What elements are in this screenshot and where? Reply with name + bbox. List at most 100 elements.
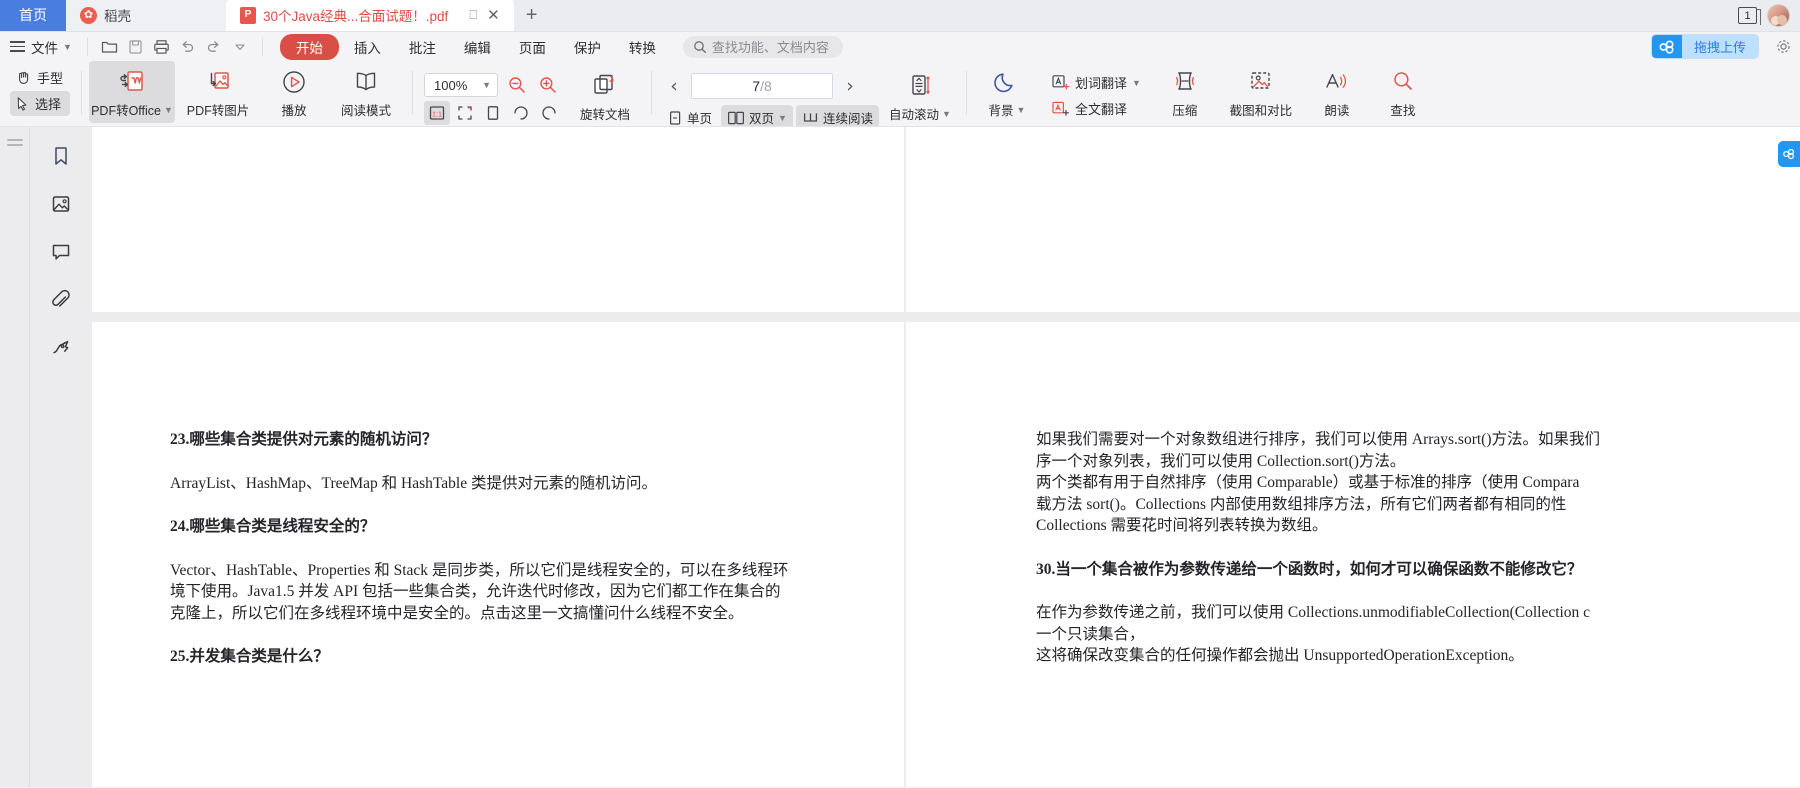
- tab-document[interactable]: P 30个Java经典...合面试题！.pdf ⎕ ✕: [226, 0, 514, 31]
- tab-protect-label: 保护: [573, 40, 601, 56]
- continuous-read-button[interactable]: 连续阅读: [795, 105, 879, 126]
- fit-width-icon: [487, 106, 499, 120]
- fit-width-button[interactable]: [480, 101, 506, 125]
- find-button[interactable]: 查找: [1370, 61, 1436, 123]
- doc-heading-30: 30.当一个集合被作为参数传递给一个函数时，如何才可以确保函数不能修改它？: [1036, 560, 1583, 578]
- actual-size-button[interactable]: 1:1: [424, 101, 451, 125]
- page-number-input[interactable]: 7/8: [691, 73, 834, 99]
- close-icon[interactable]: ✕: [487, 6, 500, 24]
- word-translate-button[interactable]: 划词翻译 ▼: [1046, 70, 1148, 95]
- search-placeholder: 查找功能、文档内容: [711, 40, 829, 55]
- rotate-document-label: 旋转文档: [580, 108, 631, 122]
- double-page-button[interactable]: 双页 ▼: [721, 105, 793, 126]
- doc-para-30-line-2: 一个只读集合，: [1036, 625, 1145, 643]
- rotate-left-button[interactable]: [508, 101, 534, 125]
- panel-grip-icon: [6, 139, 23, 141]
- cloud-drive-side-icon[interactable]: [1778, 141, 1800, 167]
- tab-edit-label: 编辑: [463, 40, 491, 56]
- tab-annotate[interactable]: 批注: [396, 34, 449, 60]
- select-tool-button[interactable]: 选择: [10, 91, 71, 116]
- auto-scroll-button[interactable]: 自动滚动 ▼: [881, 61, 959, 123]
- sidebar-item-signature[interactable]: [48, 335, 74, 361]
- fit-mode-group: 1:1: [420, 97, 566, 125]
- open-folder-icon[interactable]: [97, 36, 123, 58]
- document-viewport[interactable]: 23.哪些集合类提供对元素的随机访问？ ArrayList、HashMap、Tr…: [92, 127, 1800, 787]
- zoom-in-button[interactable]: [536, 73, 560, 97]
- search-input[interactable]: 查找功能、文档内容: [682, 35, 843, 58]
- tab-start[interactable]: 开始: [279, 33, 339, 60]
- tab-insert[interactable]: 插入: [341, 34, 394, 60]
- file-menu-button[interactable]: 文件 ▼: [31, 37, 78, 57]
- doc-para-29b-line-1: 两个类都有用于自然排序（使用 Comparable）或基于标准的排序（使用 Co…: [1036, 474, 1580, 491]
- hand-tool-button[interactable]: 手型: [10, 65, 70, 90]
- page-8: 如果我们需要对一个对象数组进行排序，我们可以使用 Arrays.sort()方法…: [906, 322, 1800, 787]
- cloud-upload-button[interactable]: 拖拽上传: [1651, 35, 1758, 58]
- pdf-to-image-button[interactable]: PDF转图片: [175, 61, 261, 123]
- rotate-right-button[interactable]: [536, 101, 562, 125]
- doc-para-30: 在作为参数传递之前，我们可以使用 Collections.unmodifiabl…: [1036, 605, 1800, 664]
- tab-home[interactable]: 首页: [0, 0, 66, 31]
- read-aloud-button[interactable]: 朗读: [1304, 61, 1370, 123]
- pdf-to-word-icon: [117, 67, 147, 97]
- undo-icon[interactable]: [175, 36, 201, 58]
- doc-para-23: ArrayList、HashMap、TreeMap 和 HashTable 类提…: [170, 474, 657, 492]
- signature-icon: [53, 340, 69, 354]
- tab-bar: 首页 ✿ 稻壳 P 30个Java经典...合面试题！.pdf ⎕ ✕ + 1: [0, 0, 1800, 32]
- zoom-out-button[interactable]: [505, 73, 529, 97]
- pdf-to-office-button[interactable]: PDF转Office ▼: [89, 61, 176, 123]
- rotate-document-button[interactable]: 旋转文档: [566, 61, 644, 123]
- tab-docer[interactable]: ✿ 稻壳: [66, 0, 226, 31]
- fit-page-button[interactable]: [452, 101, 478, 125]
- page-8-content: 如果我们需要对一个对象数组进行排序，我们可以使用 Arrays.sort()方法…: [906, 322, 1800, 664]
- doc-heading-24: 24.哪些集合类是线程安全的？: [170, 518, 376, 535]
- zoom-level-select[interactable]: 100% ▼: [424, 73, 499, 97]
- compress-button[interactable]: 压缩: [1152, 61, 1218, 123]
- tab-convert[interactable]: 转换: [616, 34, 669, 60]
- print-icon[interactable]: [149, 36, 175, 58]
- doc-para-24-line-1: Vector、HashTable、Properties 和 Stack 是同步类…: [170, 561, 789, 579]
- new-tab-button[interactable]: +: [514, 5, 550, 27]
- window-count-badge[interactable]: 1: [1738, 7, 1761, 25]
- chevron-right-icon[interactable]: ›: [837, 73, 863, 99]
- gear-icon[interactable]: [1775, 38, 1792, 60]
- save-icon[interactable]: [123, 36, 149, 58]
- tab-protect[interactable]: 保护: [561, 34, 614, 60]
- select-tool-label: 选择: [35, 97, 62, 112]
- chevron-down-icon: ▼: [482, 80, 492, 90]
- redo-icon[interactable]: [201, 36, 227, 58]
- page-total: /8: [760, 78, 772, 94]
- tab-page[interactable]: 页面: [506, 34, 559, 60]
- divider: [261, 37, 263, 56]
- panel-grip-icon: [6, 144, 23, 146]
- play-button[interactable]: 播放: [261, 61, 327, 123]
- chevron-down-icon: ▼: [164, 104, 173, 115]
- background-button[interactable]: 背景 ▼: [974, 61, 1040, 123]
- doc-para-29: 如果我们需要对一个对象数组进行排序，我们可以使用 Arrays.sort()方法…: [1036, 432, 1800, 469]
- screen-cast-icon[interactable]: ⎕: [469, 7, 477, 23]
- doc-heading-23: 23.哪些集合类提供对元素的随机访问？: [170, 431, 438, 448]
- file-menu-label: 文件: [31, 40, 58, 56]
- single-page-button[interactable]: 单页: [661, 105, 718, 126]
- tab-bar-right: 1: [1738, 4, 1800, 31]
- single-page-label: 单页: [687, 112, 713, 126]
- sidebar-item-thumbnails[interactable]: [48, 191, 74, 217]
- full-translate-button[interactable]: 全文翻译: [1046, 96, 1148, 121]
- fit-page-icon: [458, 105, 472, 120]
- panel-collapse-rail[interactable]: [0, 127, 30, 787]
- doc-para-30-line-3: 这将确保改变集合的任何操作都会抛出 UnsupportedOperationEx…: [1036, 647, 1524, 664]
- sidebar-item-comments[interactable]: [48, 239, 74, 265]
- bookmark-icon: [55, 147, 67, 165]
- hamburger-menu-icon[interactable]: [10, 41, 25, 52]
- chevron-left-icon[interactable]: ‹: [661, 73, 687, 99]
- menu-bar: 文件 ▼ 开始 插入 批注 编辑 页面 保护 转换 查找功能、文档内容 拖拽上传: [0, 32, 1800, 61]
- tab-edit[interactable]: 编辑: [451, 34, 504, 60]
- screenshot-compare-button[interactable]: 截图和对比: [1218, 61, 1304, 123]
- sidebar-item-attachments[interactable]: [48, 287, 74, 313]
- avatar[interactable]: [1767, 4, 1790, 27]
- sidebar-item-bookmark[interactable]: [48, 143, 74, 169]
- page-gap: [906, 312, 1800, 322]
- tab-start-label: 开始: [295, 40, 323, 56]
- customize-toolbar-caret-icon[interactable]: [227, 36, 253, 58]
- tab-annotate-label: 批注: [408, 40, 436, 56]
- read-mode-button[interactable]: 阅读模式: [327, 61, 405, 123]
